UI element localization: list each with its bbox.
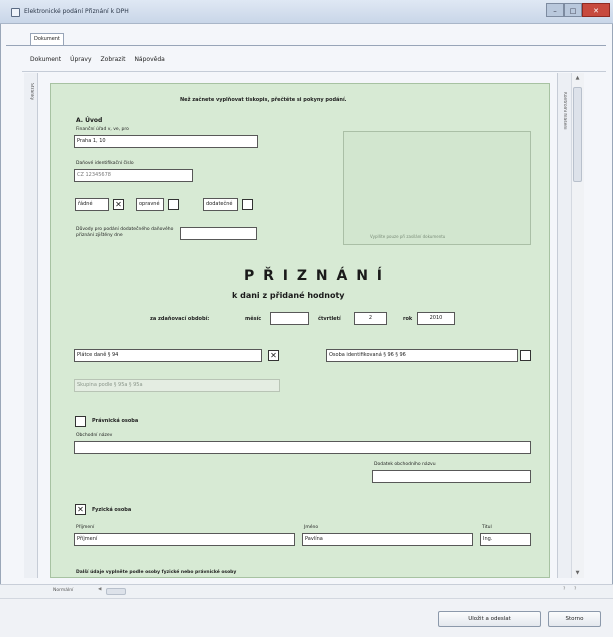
reason-label: Důvody pro podání dodatečného daňového p… bbox=[76, 227, 174, 238]
menu-bar: Dokument Úpravy Zobrazit Nápověda bbox=[30, 56, 165, 66]
quarter-label: čtvrtletí bbox=[318, 316, 341, 322]
tab-divider bbox=[6, 45, 606, 46]
left-panel[interactable] bbox=[24, 73, 38, 578]
period-label: za zdaňovací období: bbox=[150, 316, 210, 322]
scroll-thumb[interactable] bbox=[573, 87, 582, 182]
title-field[interactable]: Ing. bbox=[480, 533, 531, 546]
company-name-field[interactable] bbox=[74, 441, 531, 454]
status-bar bbox=[0, 584, 613, 598]
menu-item-edit[interactable]: Úpravy bbox=[70, 56, 91, 66]
form-subtitle: k dani z přidané hodnoty bbox=[232, 291, 345, 300]
window-title: Elektronické podání Přiznání k DPH bbox=[24, 8, 129, 15]
option-regular[interactable]: řádné bbox=[75, 198, 109, 211]
option-corrective[interactable]: opravné bbox=[136, 198, 164, 211]
quarter-field[interactable]: 2 bbox=[354, 312, 387, 325]
payer-option[interactable]: Plátce daně § 94 bbox=[74, 349, 262, 362]
office-stamp-area bbox=[343, 131, 531, 245]
save-send-button[interactable]: Uložit a odeslat bbox=[438, 611, 541, 627]
month-field[interactable] bbox=[270, 312, 309, 325]
identified-person-option[interactable]: Osoba identifikovaná § 96 § 96 bbox=[326, 349, 518, 362]
month-label: měsíc bbox=[245, 316, 262, 322]
close-button[interactable]: ✕ bbox=[582, 3, 610, 17]
dic-label: Daňové identifikační číslo bbox=[76, 161, 134, 166]
option-additional-checkbox[interactable] bbox=[242, 199, 253, 210]
dic-field[interactable]: CZ 12345678 bbox=[74, 169, 193, 182]
natural-person-checkbox[interactable]: ✕ bbox=[75, 504, 86, 515]
page-next-icon[interactable]: ? bbox=[574, 587, 576, 592]
office-field[interactable]: Praha 1, 10 bbox=[74, 135, 258, 148]
bottom-note: Další údaje vyplněte podle osoby fyzické… bbox=[76, 570, 237, 575]
tab-document[interactable]: Dokument bbox=[30, 33, 64, 45]
legal-person-label: Právnická osoba bbox=[92, 418, 139, 424]
menu-item-document[interactable]: Dokument bbox=[30, 56, 61, 66]
office-stamp-label: Vyplňte pouze při zasílání dokumentu bbox=[370, 234, 446, 239]
left-panel-label[interactable]: Stránky bbox=[28, 83, 34, 125]
surname-field[interactable]: Příjmení bbox=[74, 533, 295, 546]
surname-label: Příjmení bbox=[76, 525, 95, 530]
company-name-label: Obchodní název bbox=[76, 433, 113, 438]
form-title: P Ř I Z N Á N Í bbox=[244, 268, 384, 284]
year-label: rok bbox=[403, 316, 413, 322]
title-label: Titul bbox=[482, 525, 492, 530]
menu-divider bbox=[22, 71, 606, 72]
first-name-field[interactable]: Pavlína bbox=[302, 533, 473, 546]
menu-item-help[interactable]: Nápověda bbox=[134, 56, 164, 66]
menu-item-view[interactable]: Zobrazit bbox=[101, 56, 126, 66]
company-extra-field[interactable] bbox=[372, 470, 531, 483]
scroll-up-icon[interactable]: ▲ bbox=[571, 73, 584, 83]
scroll-left-icon[interactable]: ◀ bbox=[98, 587, 101, 592]
option-additional[interactable]: dodatečné bbox=[203, 198, 238, 211]
identified-person-checkbox[interactable] bbox=[520, 350, 531, 361]
option-corrective-checkbox[interactable] bbox=[168, 199, 179, 210]
zoom-label[interactable]: Normální bbox=[53, 588, 73, 593]
page-prev-icon[interactable]: ? bbox=[563, 587, 565, 592]
horizontal-scroll-thumb[interactable] bbox=[106, 588, 126, 595]
company-extra-label: Dodatek obchodního názvu bbox=[374, 462, 436, 467]
group-option[interactable]: Skupina podle § 95a § 95a bbox=[74, 379, 280, 392]
year-field[interactable]: 2010 bbox=[417, 312, 455, 325]
payer-checkbox[interactable]: ✕ bbox=[268, 350, 279, 361]
natural-person-label: Fyzická osoba bbox=[92, 507, 132, 513]
minimize-button[interactable]: – bbox=[546, 3, 564, 17]
legal-person-checkbox[interactable] bbox=[75, 416, 86, 427]
cancel-button[interactable]: Storno bbox=[548, 611, 601, 627]
office-label: Finanční úřad v, ve, pro bbox=[76, 127, 129, 132]
right-panel-label[interactable]: Kontrolní hlášení bbox=[561, 92, 567, 167]
first-name-label: Jméno bbox=[304, 525, 319, 530]
scroll-down-icon[interactable]: ▼ bbox=[571, 568, 584, 578]
option-regular-checkbox[interactable]: ✕ bbox=[113, 199, 124, 210]
app-icon bbox=[11, 8, 20, 17]
reason-date-field[interactable] bbox=[180, 227, 257, 240]
form-banner: Než začnete vyplňovat tiskopis, přečtěte… bbox=[180, 97, 347, 103]
section-a-heading: A. Úvod bbox=[76, 117, 103, 124]
maximize-button[interactable]: □ bbox=[564, 3, 582, 17]
